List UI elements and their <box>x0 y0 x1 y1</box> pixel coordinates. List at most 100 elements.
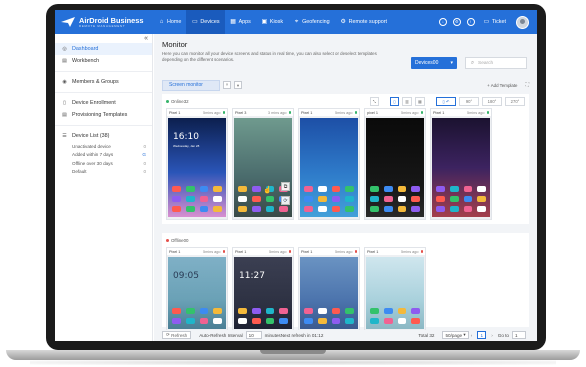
subitem-count: G <box>142 152 146 158</box>
device-screen[interactable] <box>300 257 358 329</box>
rotate-180-button[interactable]: 180° <box>482 96 502 106</box>
goto-page-input[interactable]: 1 <box>512 331 526 339</box>
device-card[interactable]: Pixel 1 5mins ago 11:27 <box>232 247 294 332</box>
nav-kiosk[interactable]: ▣ Kiosk <box>256 10 288 34</box>
sidebar-item-workbench[interactable]: ▤ Workbench <box>55 55 152 67</box>
sidebar-subitem-added-7-days[interactable]: Added within 7 days G <box>55 151 152 160</box>
nav-home[interactable]: ⌂ Home <box>153 10 186 34</box>
page-title: Monitor <box>162 40 188 49</box>
device-screen[interactable] <box>432 118 490 217</box>
add-template-button[interactable]: + Add Template ⛶ <box>487 82 529 88</box>
device-card[interactable]: Pixel 1 5mins ago <box>430 108 492 220</box>
sidebar-subitem-unactivated[interactable]: Unactivated device 0 <box>55 142 152 151</box>
app-icon <box>317 206 327 212</box>
app-icon <box>317 196 327 202</box>
chevron-left-icon[interactable]: ‹ <box>471 333 473 338</box>
device-card[interactable]: Pixel 1 5mins ago <box>298 247 360 332</box>
app-icon <box>213 206 222 212</box>
small-grid-icon[interactable]: ▦ <box>415 96 425 106</box>
subitem-label: Default <box>72 169 87 175</box>
group-label[interactable]: Online32 <box>166 99 189 104</box>
chevron-right-icon[interactable]: › <box>491 333 493 338</box>
refresh-interval-input[interactable]: 10 <box>245 331 262 339</box>
download-icon[interactable]: ↓ <box>438 18 447 26</box>
ticket-label: Ticket <box>491 19 506 25</box>
device-screen[interactable]: 09:05 <box>168 257 226 329</box>
sidebar-item-device-enrollment[interactable]: ▯ Device Enrollment <box>55 97 152 109</box>
tab-screen-monitor[interactable]: Screen monitor <box>162 79 220 91</box>
view-controls: ⤡ ▯ ▥ ▦ ▯ ↶ 90° 180° 270° <box>367 96 525 106</box>
sidebar-item-provisioning-templates[interactable]: ▤ Provisioning Templates <box>55 109 152 121</box>
group-label[interactable]: Offline00 <box>166 238 189 243</box>
large-grid-icon[interactable]: ▯ <box>390 96 400 106</box>
device-screen[interactable] <box>300 118 358 217</box>
device-card[interactable]: Pixel 1 5mins ago <box>364 247 426 332</box>
app-icon <box>304 186 313 192</box>
search-input[interactable]: ⌕ Search <box>465 57 527 69</box>
app-icon <box>370 206 379 212</box>
sidebar-subitem-offline-30-days[interactable]: Offline over 30 days 0 <box>55 159 152 168</box>
status-dot <box>222 250 225 253</box>
nav-geofencing[interactable]: ⌖ Geofencing <box>288 10 335 34</box>
ticket-button[interactable]: ▭ Ticket <box>483 19 506 26</box>
avatar[interactable] <box>516 15 529 29</box>
device-card[interactable]: Pixel 1 5mins ago 09:05 <box>166 247 228 332</box>
rotate-default-button[interactable]: ▯ ↶ <box>436 96 456 106</box>
app-icon <box>397 206 407 212</box>
device-card[interactable]: Pixel 1 5mins ago <box>298 108 360 220</box>
sidebar-item-device-list[interactable]: ☰ Device List (38) <box>55 130 152 142</box>
refresh-button[interactable]: ⟳ Refresh <box>162 331 192 339</box>
nav-label: Kiosk <box>269 19 284 25</box>
app-icon <box>463 186 473 192</box>
device-screen[interactable]: 11:27 <box>234 257 292 329</box>
app-icon <box>251 318 261 324</box>
app-icon <box>411 318 420 324</box>
app-icon <box>265 308 275 314</box>
app-icon <box>463 206 473 212</box>
device-screen[interactable]: 16:10 Wednesday, Jan 28 <box>168 118 226 217</box>
app-icon-grid <box>172 308 222 324</box>
device-screen[interactable] <box>366 118 424 217</box>
settings-icon[interactable]: ⚙ <box>452 18 461 26</box>
notification-icon[interactable]: ! <box>466 18 475 26</box>
device-card-header: Pixel 1 5mins ago <box>299 109 359 116</box>
divider <box>55 125 152 126</box>
app-icon <box>251 186 261 192</box>
compress-icon[interactable]: ⤡ <box>369 96 380 106</box>
device-card[interactable]: Pixel 1 5mins ago 16:10 Wednesday, Jan 28 <box>166 108 228 220</box>
collapse-sidebar-icon[interactable]: « <box>144 35 148 42</box>
medium-grid-icon[interactable]: ▥ <box>402 96 413 106</box>
rotate-90-button[interactable]: 90° <box>459 96 479 106</box>
device-status: 5mins ago <box>467 111 489 115</box>
device-screen[interactable]: ⧉ ⟳ ☝ <box>234 118 292 217</box>
nav-devices[interactable]: ▭ Devices <box>186 10 225 34</box>
subitem-label: Offline over 30 days <box>72 160 113 166</box>
fullscreen-icon[interactable]: ⛶ <box>525 82 529 88</box>
devices-dropdown-button[interactable]: Devices00 ▾ <box>411 57 457 69</box>
app-icon <box>449 206 459 212</box>
sidebar-item-dashboard[interactable]: ◎ Dashboard <box>55 43 152 55</box>
rotate-270-button[interactable]: 270° <box>505 96 525 106</box>
sidebar-subitem-default[interactable]: Default 0 <box>55 168 152 177</box>
status-dot <box>354 111 357 114</box>
app-icon <box>279 308 288 314</box>
app-icon <box>383 196 393 202</box>
app-icon-grid <box>370 308 420 324</box>
refresh-label: Refresh <box>171 332 188 338</box>
app-icon <box>213 196 222 202</box>
refresh-screen-icon[interactable]: ⟳ <box>281 196 290 205</box>
page-number-current[interactable]: 1 <box>477 331 487 339</box>
divider <box>55 71 152 72</box>
device-card[interactable]: pixel 1 5mins ago <box>364 108 426 220</box>
close-icon[interactable]: × <box>223 81 231 89</box>
device-card[interactable]: Pixel 3 3 mins ago ⧉ ⟳ ☝ <box>232 108 294 220</box>
page-size-select[interactable]: 50/page ▾ <box>442 331 469 339</box>
app-icon <box>279 206 288 212</box>
expand-screen-icon[interactable]: ⧉ <box>281 182 290 191</box>
sidebar-item-members-groups[interactable]: ◉ Members & Groups <box>55 76 152 88</box>
nav-apps[interactable]: ▦ Apps <box>225 10 256 34</box>
chevron-down-icon[interactable]: ▾ <box>234 81 242 89</box>
device-screen[interactable] <box>366 257 424 329</box>
nav-remote-support[interactable]: ⚙ Remote support <box>335 10 392 34</box>
workbench-icon: ▤ <box>62 57 67 64</box>
